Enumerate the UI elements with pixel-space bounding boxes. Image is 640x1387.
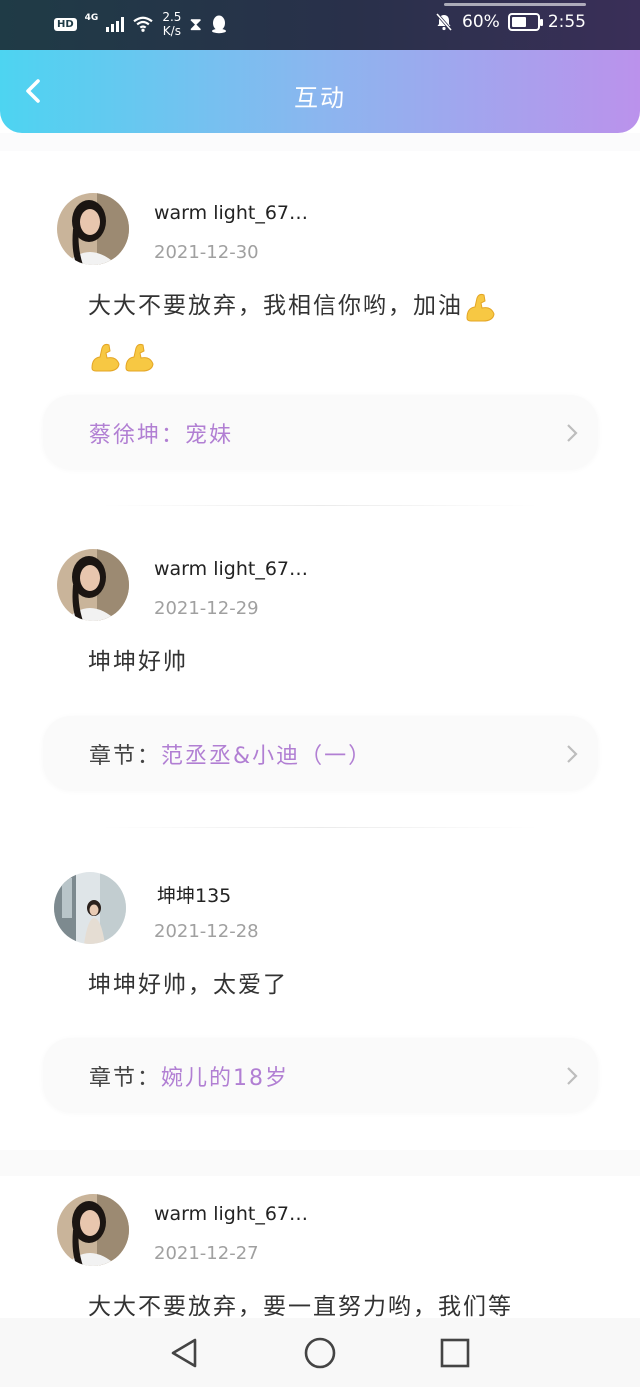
comment-item: warm light_67… 2021-12-29 坤坤好帅 章节：范丞丞&小迪…	[0, 506, 640, 828]
comment-text-content: 大大不要放弃，我相信你哟，加油	[88, 293, 463, 319]
username[interactable]: warm light_67…	[154, 558, 308, 580]
battery-percent: 60%	[462, 12, 500, 32]
chapter-prefix: 蔡徐坤：	[89, 423, 186, 448]
chevron-right-icon	[567, 424, 578, 442]
username[interactable]: 坤坤135	[157, 881, 231, 908]
interaction-feed: warm light_67… 2021-12-30 大大不要放弃，我相信你哟，加…	[0, 151, 640, 1370]
notification-handle[interactable]	[444, 3, 586, 6]
nav-back-icon[interactable]	[168, 1336, 202, 1370]
chapter-name: 宠妹	[185, 423, 234, 448]
nav-home-icon[interactable]	[303, 1336, 337, 1370]
hourglass-icon: ⧗	[189, 13, 203, 35]
username[interactable]: warm light_67…	[154, 1203, 308, 1225]
hd-icon: HD	[54, 17, 77, 31]
post-date: 2021-12-29	[154, 598, 259, 619]
network-speed: 2.5 K/s	[162, 10, 181, 38]
system-navigation-bar	[0, 1318, 640, 1387]
flexed-biceps-icon	[466, 293, 495, 321]
avatar[interactable]	[54, 872, 126, 944]
status-left: HD 4G 2.5 K/s ⧗	[54, 10, 228, 38]
comment-text: 坤坤好帅	[88, 649, 188, 675]
comment-text: 坤坤好帅，太爱了	[88, 972, 288, 998]
wifi-icon	[133, 16, 154, 32]
chapter-link[interactable]: 章节：范丞丞&小迪（一）	[43, 716, 598, 790]
comment-item: 坤坤135 2021-12-28 坤坤好帅，太爱了 章节：婉儿的18岁	[0, 828, 640, 1176]
chevron-right-icon	[567, 745, 578, 763]
status-bar: HD 4G 2.5 K/s ⧗ 60% 2:55	[0, 0, 640, 50]
chapter-label: 章节：婉儿的18岁	[89, 1060, 289, 1092]
avatar[interactable]	[57, 193, 129, 265]
chapter-prefix: 章节：	[89, 744, 162, 769]
page-title: 互动	[294, 84, 346, 112]
comment-item: warm light_67… 2021-12-30 大大不要放弃，我相信你哟，加…	[0, 151, 640, 506]
comment-text: 大大不要放弃，我相信你哟，加油	[88, 281, 568, 381]
network-type-label: 4G	[84, 13, 99, 23]
nav-recents-icon[interactable]	[438, 1336, 472, 1370]
chapter-name: 范丞丞&小迪（一）	[161, 744, 373, 769]
chevron-right-icon	[567, 1067, 578, 1085]
app-header: 互动	[0, 50, 640, 133]
qq-icon	[212, 15, 227, 34]
network-speed-value: 2.5	[162, 10, 182, 24]
battery-icon	[507, 13, 543, 31]
post-date: 2021-12-27	[154, 1243, 259, 1264]
signal-icon	[106, 16, 125, 32]
clock: 2:55	[547, 12, 586, 32]
header-shadow	[0, 133, 640, 151]
chapter-prefix: 章节：	[89, 1066, 162, 1091]
username[interactable]: warm light_67…	[154, 202, 308, 224]
flexed-biceps-icon	[125, 343, 154, 371]
post-date: 2021-12-30	[154, 242, 259, 263]
chapter-link[interactable]: 蔡徐坤：宠妹	[43, 395, 598, 469]
avatar[interactable]	[57, 1194, 129, 1266]
avatar[interactable]	[57, 549, 129, 621]
network-speed-unit: K/s	[162, 24, 181, 38]
chapter-link[interactable]: 章节：婉儿的18岁	[43, 1038, 598, 1112]
post-date: 2021-12-28	[154, 921, 259, 942]
flexed-biceps-icon	[91, 343, 120, 371]
bell-muted-icon	[435, 13, 453, 31]
chapter-label: 蔡徐坤：宠妹	[89, 417, 233, 449]
chapter-label: 章节：范丞丞&小迪（一）	[89, 738, 372, 770]
chapter-name: 婉儿的18岁	[161, 1066, 290, 1091]
status-right: 60% 2:55	[434, 12, 586, 32]
